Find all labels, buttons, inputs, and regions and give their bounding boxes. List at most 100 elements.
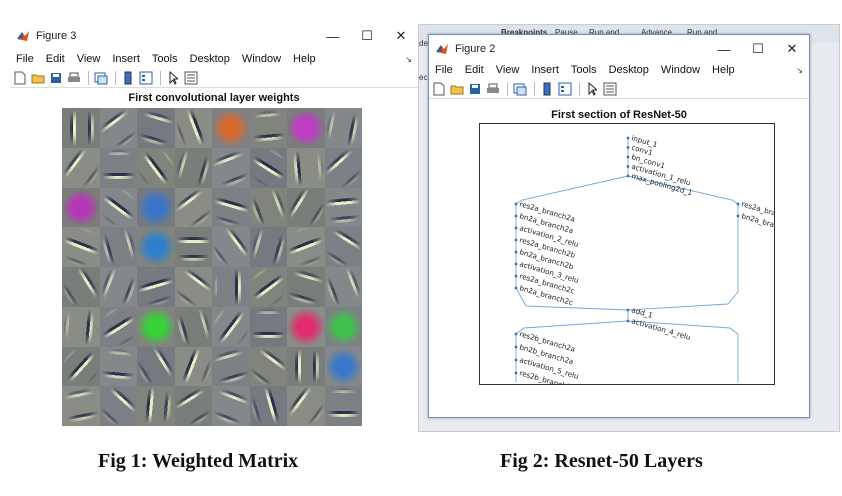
legend-icon[interactable]	[138, 70, 154, 86]
figure3-titlebar[interactable]: Figure 3 — ☐ ✕	[10, 22, 418, 50]
maximize-button[interactable]: ☐	[350, 22, 384, 50]
dock-arrow-icon[interactable]: ↘	[796, 66, 803, 75]
layer-graph: input_1conv1bn_conv1activation_1_relumax…	[514, 133, 774, 384]
weight-tile	[99, 386, 137, 426]
weight-tile	[99, 187, 137, 228]
colorbar-icon[interactable]	[539, 81, 555, 97]
weight-tile	[174, 267, 212, 307]
menu-view[interactable]: View	[71, 53, 107, 65]
weight-tile	[287, 386, 325, 426]
toolbar-divider	[507, 81, 508, 96]
layer-bn2a-branch2c-node[interactable]	[514, 286, 518, 290]
new-figure-icon[interactable]	[12, 70, 28, 86]
menu-edit[interactable]: Edit	[40, 53, 71, 65]
split-left-edge	[515, 175, 629, 205]
link-plot-icon[interactable]	[512, 81, 528, 97]
menu-view[interactable]: View	[490, 64, 526, 76]
weight-tile	[212, 386, 250, 426]
layer-input-1-node[interactable]	[626, 136, 630, 140]
layer-res2a-branch1-node[interactable]	[736, 202, 740, 206]
print-icon[interactable]	[485, 81, 501, 97]
maximize-button[interactable]: ☐	[741, 35, 775, 63]
menu-insert[interactable]: Insert	[106, 53, 146, 65]
caption-fig2: Fig 2: Resnet-50 Layers	[500, 450, 703, 472]
layer-res2a-branch2a-node[interactable]	[514, 202, 518, 206]
property-inspector-icon[interactable]	[183, 70, 199, 86]
figure2-titlebar[interactable]: Figure 2 — ☐ ✕	[429, 35, 809, 63]
minimize-button[interactable]: —	[316, 22, 350, 50]
menu-desktop[interactable]: Desktop	[184, 53, 236, 65]
weight-tile	[249, 346, 287, 387]
menu-tools[interactable]: Tools	[146, 53, 184, 65]
close-button[interactable]: ✕	[384, 22, 418, 50]
weight-tile	[249, 108, 287, 148]
menu-window[interactable]: Window	[236, 53, 287, 65]
weight-tile	[99, 267, 137, 307]
weight-tile	[287, 108, 325, 148]
layer-bn2a-branch2a-node[interactable]	[514, 214, 518, 218]
layer-res2b-branch2a-node[interactable]	[514, 332, 518, 336]
caption-fig1: Fig 1: Weighted Matrix	[98, 450, 299, 472]
dock-arrow-icon[interactable]: ↘	[405, 55, 412, 64]
weight-tile	[287, 306, 325, 347]
menu-help[interactable]: Help	[287, 53, 322, 65]
layer-activation-1-relu-node[interactable]	[626, 165, 630, 168]
matlab-icon	[16, 29, 30, 43]
layer-res2a-branch2c-node[interactable]	[514, 274, 518, 278]
menu-file[interactable]: File	[429, 64, 459, 76]
layer-activation-5-relu-node[interactable]	[514, 358, 518, 362]
screenshot-page: Figure 3 — ☐ ✕ File Edit View Insert Too…	[0, 0, 842, 496]
menu-tools[interactable]: Tools	[565, 64, 603, 76]
layer-conv1-node[interactable]	[626, 146, 630, 149]
open-file-icon[interactable]	[449, 81, 465, 97]
weight-tile	[324, 386, 362, 426]
print-icon[interactable]	[66, 70, 82, 86]
toolbar-divider	[160, 70, 161, 85]
layer-activation-3-relu-node[interactable]	[514, 262, 518, 266]
toolbar-divider	[115, 70, 116, 85]
layer-res2a-branch2b-node[interactable]	[514, 238, 518, 242]
weight-tile	[62, 147, 100, 188]
close-button[interactable]: ✕	[775, 35, 809, 63]
weight-tile	[249, 227, 287, 267]
menu-edit[interactable]: Edit	[459, 64, 490, 76]
weight-tile	[99, 147, 137, 188]
colorbar-icon[interactable]	[120, 70, 136, 86]
layer-max-pooling2d-1-node[interactable]	[626, 174, 630, 178]
legend-icon[interactable]	[557, 81, 573, 97]
menu-help[interactable]: Help	[706, 64, 741, 76]
layer-bn2a-branch1-node[interactable]	[736, 214, 740, 218]
menu-file[interactable]: File	[10, 53, 40, 65]
weight-tile	[212, 346, 250, 387]
menu-insert[interactable]: Insert	[525, 64, 565, 76]
window-title: Figure 2	[455, 43, 496, 55]
window-title: Figure 3	[36, 30, 77, 42]
layer-bn2a-branch2b-node[interactable]	[514, 250, 518, 254]
layer-bn2b-branch2a-node[interactable]	[514, 345, 518, 349]
new-figure-icon[interactable]	[431, 81, 447, 97]
weight-tile	[212, 267, 250, 307]
layer-activation-4-relu-node[interactable]	[626, 319, 630, 323]
property-inspector-icon[interactable]	[602, 81, 618, 97]
right-merge-edge	[627, 204, 739, 311]
link-plot-icon[interactable]	[93, 70, 109, 86]
weight-tile	[249, 306, 287, 347]
layer-add-1-node[interactable]	[626, 308, 630, 312]
figure3-menubar: File Edit View Insert Tools Desktop Wind…	[10, 50, 418, 68]
open-file-icon[interactable]	[30, 70, 46, 86]
minimize-button[interactable]: —	[707, 35, 741, 63]
weight-tile	[249, 386, 287, 426]
pointer-icon[interactable]	[165, 70, 181, 86]
menu-desktop[interactable]: Desktop	[603, 64, 655, 76]
save-icon[interactable]	[467, 81, 483, 97]
weight-tile	[324, 346, 362, 387]
toolbar-divider	[579, 81, 580, 96]
save-icon[interactable]	[48, 70, 64, 86]
weight-tile	[212, 187, 250, 228]
layer-bn-conv1-node[interactable]	[626, 155, 630, 159]
pointer-icon[interactable]	[584, 81, 600, 97]
menu-window[interactable]: Window	[655, 64, 706, 76]
layer-res2b-branch2b-node[interactable]	[514, 371, 518, 375]
layer-activation-2-relu-node[interactable]	[514, 226, 518, 230]
weight-tile	[287, 267, 325, 307]
